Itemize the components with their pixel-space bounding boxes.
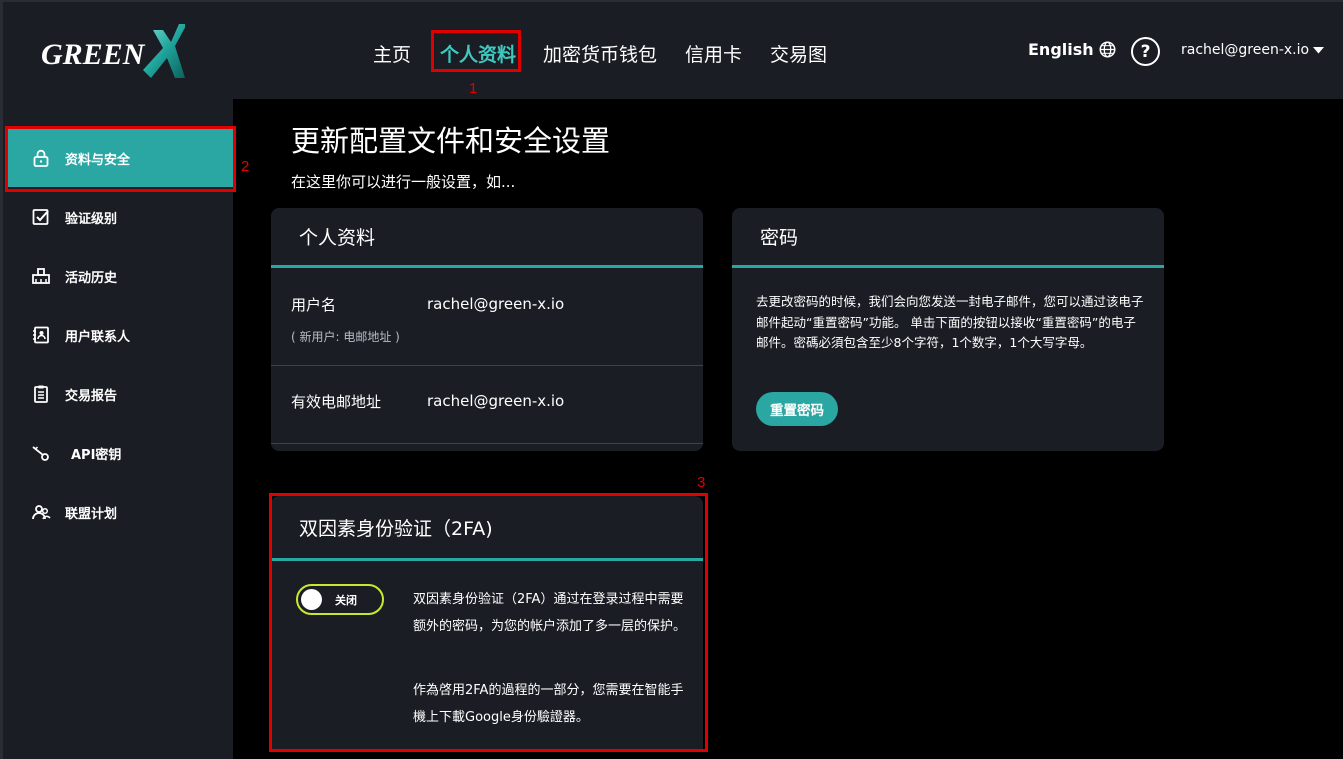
language-selector[interactable]: English (1028, 40, 1116, 59)
password-description: 去更改密码的时候，我们会向您发送一封电子邮件，您可以通过该电子邮件起动“重置密码… (756, 294, 1144, 350)
help-icon: ? (1140, 41, 1151, 62)
sidebar-item-verification[interactable]: 验证级别 (6, 188, 236, 246)
sidebar-item-affiliate[interactable]: 联盟计划 (6, 483, 236, 541)
tfa-card: 双因素身份验证（2FA) 关闭 双因素身份验证（2FA）通过在登录过程中需要额外… (271, 496, 703, 750)
username-note: ( 新用户: 电邮地址 ) (291, 330, 400, 344)
sidebar-item-user-contacts[interactable]: 用户联系人 (6, 306, 236, 364)
page-title: 更新配置文件和安全设置 (291, 124, 611, 158)
nav-profile[interactable]: 个人资料 (440, 40, 516, 67)
password-card: 密码 去更改密码的时候，我们会向您发送一封电子邮件，您可以通过该电子邮件起动“重… (732, 208, 1164, 451)
sidebar-item-label: 资料与安全 (65, 152, 131, 168)
page-subtitle: 在这里你可以进行一般设置，如... (291, 173, 516, 191)
email-row: 有效电邮地址 rachel@green-x.io (271, 366, 703, 444)
checkbox-icon (30, 206, 52, 228)
greenx-logo[interactable]: GREEN (35, 20, 187, 84)
nav-crypto-wallet[interactable]: 加密货币钱包 (543, 40, 657, 67)
nav-credit-card[interactable]: 信用卡 (685, 40, 742, 67)
greenx-logo-icon: GREEN (41, 24, 187, 78)
sidebar-item-label: API密钥 (71, 447, 122, 463)
profile-card-title: 个人资料 (271, 208, 703, 268)
help-button[interactable]: ? (1131, 37, 1160, 66)
nav-home[interactable]: 主页 (373, 40, 411, 67)
profile-card: 个人资料 用户名 rachel@green-x.io ( 新用户: 电邮地址 )… (271, 208, 703, 451)
tfa-description: 双因素身份验证（2FA）通过在登录过程中需要额外的密码，为您的帐户添加了多一层的… (413, 592, 687, 634)
tfa-card-title: 双因素身份验证（2FA) (271, 496, 703, 561)
history-icon (30, 265, 52, 287)
email-label: 有效电邮地址 (291, 393, 382, 411)
report-icon (30, 383, 52, 405)
username-value: rachel@green-x.io (427, 295, 565, 313)
tfa-instructions: 作為啓用2FA的過程的一部分，您需要在智能手機上下載Google身份驗證器。 (413, 683, 684, 725)
reset-password-button[interactable]: 重置密码 (756, 392, 838, 426)
toggle-knob (301, 589, 322, 610)
lock-icon (30, 147, 52, 169)
annotation-number-3: 3 (697, 474, 706, 491)
username-row: 用户名 rachel@green-x.io ( 新用户: 电邮地址 ) (271, 268, 703, 366)
top-header: GREEN 主页 个人资料 加密货币钱包 信用卡 交易图 English ? r… (0, 0, 1343, 99)
globe-icon (1099, 41, 1116, 58)
sidebar-item-trade-report[interactable]: 交易报告 (6, 365, 236, 423)
tfa-toggle[interactable]: 关闭 (296, 584, 384, 615)
annotation-number-1: 1 (469, 80, 478, 97)
key-icon (30, 442, 52, 464)
user-email: rachel@green-x.io (1181, 42, 1310, 58)
sidebar-item-label: 活动历史 (65, 270, 118, 286)
sidebar-item-label: 用户联系人 (65, 329, 131, 345)
caret-down-icon (1313, 46, 1325, 53)
user-menu[interactable]: rachel@green-x.io (1181, 42, 1325, 58)
users-icon (30, 501, 52, 523)
sidebar: 资料与安全 验证级别 活动历史 用户联系人 交易报告 API密钥 联盟计划 (0, 99, 236, 759)
nav-trading-chart[interactable]: 交易图 (770, 40, 827, 67)
sidebar-item-label: 验证级别 (65, 211, 118, 227)
sidebar-item-profile-security[interactable]: 资料与安全 (6, 129, 236, 187)
sidebar-item-activity-history[interactable]: 活动历史 (6, 247, 236, 305)
sidebar-item-label: 交易报告 (65, 388, 118, 404)
language-label: English (1028, 40, 1094, 59)
annotation-number-2: 2 (241, 158, 250, 175)
sidebar-item-label: 联盟计划 (65, 506, 118, 522)
sidebar-item-api-key[interactable]: API密钥 (6, 424, 236, 482)
contacts-icon (30, 324, 52, 346)
toggle-state-label: 关闭 (335, 594, 357, 607)
email-value: rachel@green-x.io (427, 392, 565, 410)
svg-text:GREEN: GREEN (41, 38, 146, 71)
password-card-title: 密码 (732, 208, 1164, 268)
username-label: 用户名 (291, 296, 337, 314)
